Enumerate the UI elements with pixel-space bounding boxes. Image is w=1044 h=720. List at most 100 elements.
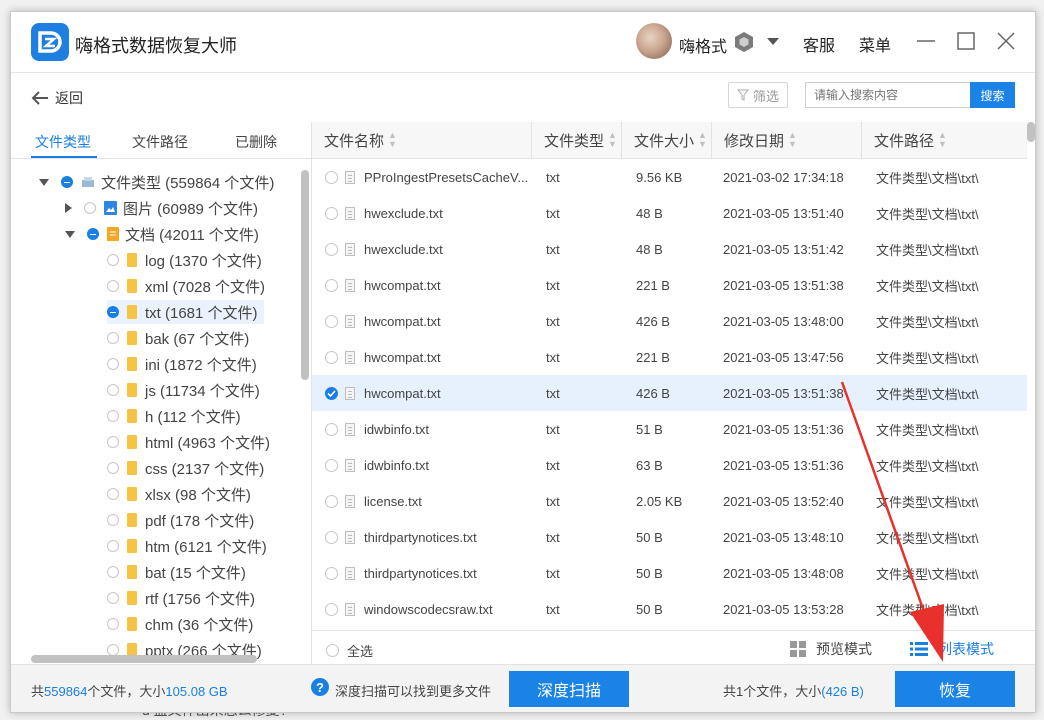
tree-node-filetype[interactable]: h (112 个文件) [107,404,247,428]
tree-node-filetype[interactable]: txt (1681 个文件) [107,300,264,324]
tree-checkbox[interactable] [61,176,73,188]
row-checkbox[interactable] [325,458,338,472]
back-button[interactable]: 返回 [31,87,83,109]
row-checkbox[interactable] [325,278,338,292]
row-checkbox[interactable] [325,566,338,580]
tree-node-root[interactable]: 文件类型 (559864 个文件) [39,170,274,194]
row-checkbox[interactable] [325,530,338,544]
cell-type: txt [546,457,560,473]
table-row[interactable]: PProIngestPresetsCacheV... txt 9.56 KB 2021… [312,159,1027,195]
expand-chevron-down-icon[interactable] [39,178,49,186]
table-row[interactable]: hwcompat.txt txt 426 B 2021-03-05 13:48:00 文… [312,303,1027,339]
column-header-name[interactable]: 文件名称 ▲ ▼ [312,122,532,158]
expand-chevron-down-icon[interactable] [65,230,75,238]
table-row[interactable]: hwcompat.txt txt 221 B 2021-03-05 13:47:56 文… [312,339,1027,375]
tree-node-filetype[interactable]: rtf (1756 个文件) [107,586,261,610]
recover-button[interactable]: 恢复 [895,671,1015,707]
tree-checkbox[interactable] [84,202,96,214]
preview-mode-button[interactable]: 预览模式 [790,639,872,659]
tree-checkbox[interactable] [87,228,99,240]
table-row[interactable]: idwbinfo.txt txt 63 B 2021-03-05 13:51:36 文件… [312,447,1027,483]
tree-checkbox[interactable] [107,618,119,630]
row-checkbox[interactable] [325,494,338,508]
tree-checkbox[interactable] [107,488,119,500]
tree-checkbox[interactable] [107,410,119,422]
column-header-size[interactable]: 文件大小 ▲ ▼ [622,122,712,158]
avatar[interactable] [636,23,672,59]
tree-horizontal-scrollbar[interactable] [31,655,257,663]
tree-checkbox[interactable] [107,462,119,474]
menu-button[interactable]: 菜单 [859,32,891,56]
tree-checkbox[interactable] [107,384,119,396]
customer-service-button[interactable]: 客服 [803,32,835,56]
table-row[interactable]: hwcompat.txt txt 221 B 2021-03-05 13:51:38 文… [312,267,1027,303]
tree-checkbox[interactable] [107,436,119,448]
row-checkbox[interactable] [325,422,338,436]
tree-checkbox[interactable] [107,358,119,370]
username[interactable]: 嗨格式 [679,33,727,57]
tree-node-filetype[interactable]: pdf (178 个文件) [107,508,260,532]
close-icon[interactable] [995,30,1017,52]
row-checkbox[interactable] [325,314,338,328]
cell-size: 63 B [636,457,663,473]
table-row[interactable]: idwbinfo.txt txt 51 B 2021-03-05 13:51:36 文件… [312,411,1027,447]
select-all-checkbox[interactable]: 全选 [326,641,373,660]
tree-node-filetype[interactable]: html (4963 个文件) [107,430,276,454]
maximize-icon[interactable] [955,30,977,52]
deep-scan-button[interactable]: 深度扫描 [509,671,629,707]
column-header-path[interactable]: 文件路径 ▲ ▼ [862,122,1027,158]
tree-checkbox[interactable] [107,280,119,292]
minimize-icon[interactable] [915,30,937,52]
list-mode-button[interactable]: 列表模式 [910,639,994,659]
table-row[interactable]: hwexclude.txt txt 48 B 2021-03-05 13:51:42 文… [312,231,1027,267]
filter-button[interactable]: 筛选 [728,82,788,108]
tab-file-path[interactable]: 文件路径 [132,132,188,152]
tab-file-type[interactable]: 文件类型 [35,132,91,152]
tree-checkbox[interactable] [107,540,119,552]
tree-node-filetype[interactable]: chm (36 个文件) [107,612,259,636]
column-header-date[interactable]: 修改日期 ▲ ▼ [712,122,862,158]
tree-node-filetype[interactable]: log (1370 个文件) [107,248,268,272]
help-question-icon[interactable]: ? [311,678,329,696]
bottom-bar: 共559864个文件，大小105.08 GB ? 深度扫描可以找到更多文件 深度… [11,664,1035,712]
tree-checkbox[interactable] [107,254,119,266]
tree-node-filetype[interactable]: css (2137 个文件) [107,456,270,480]
cell-size: 48 B [636,205,663,221]
user-dropdown-chevron-down-icon[interactable] [767,38,779,45]
tree-node-images[interactable]: 图片 (60989 个文件) [65,196,258,220]
tree-checkbox[interactable] [107,332,119,344]
table-row[interactable]: thirdpartynotices.txt txt 50 B 2021-03-05 1… [312,519,1027,555]
row-checkbox[interactable] [325,386,338,400]
tree-checkbox[interactable] [107,306,119,318]
row-checkbox[interactable] [325,350,338,364]
tree-checkbox[interactable] [107,566,119,578]
tree-vertical-scrollbar[interactable] [301,170,309,380]
row-checkbox[interactable] [325,602,338,616]
tree-node-filetype[interactable]: ini (1872 个文件) [107,352,263,376]
search-input[interactable] [805,82,971,108]
tree-node-filetype[interactable]: js (11734 个文件) [107,378,266,402]
table-row[interactable]: hwcompat.txt txt 426 B 2021-03-05 13:51:38 文… [312,375,1027,411]
tree-node-filetype[interactable]: bat (15 个文件) [107,560,252,584]
column-header-type[interactable]: 文件类型 ▲ ▼ [532,122,622,158]
tree-node-filetype[interactable]: bak (67 个文件) [107,326,255,350]
tree-checkbox[interactable] [107,514,119,526]
tab-deleted[interactable]: 已删除 [235,132,277,152]
table-row[interactable]: windowscodecsraw.txt txt 50 B 2021-03-05 13… [312,591,1027,627]
tree-node-documents[interactable]: 文档 (42011 个文件) [65,222,259,246]
table-row[interactable]: thirdpartynotices.txt txt 50 B 2021-03-05 1… [312,555,1027,591]
expand-chevron-right-icon[interactable] [65,203,72,213]
row-checkbox[interactable] [325,206,338,220]
select-all-radio[interactable] [326,644,339,657]
tree-node-filetype[interactable]: xlsx (98 个文件) [107,482,257,506]
tree-node-filetype[interactable]: xml (7028 个文件) [107,274,271,298]
table-vertical-scrollbar[interactable] [1027,122,1035,142]
tree-label: xlsx (98 个文件) [145,486,251,504]
table-row[interactable]: hwexclude.txt txt 48 B 2021-03-05 13:51:40 文… [312,195,1027,231]
row-checkbox[interactable] [325,242,338,256]
row-checkbox[interactable] [325,170,338,184]
tree-node-filetype[interactable]: htm (6121 个文件) [107,534,273,558]
table-row[interactable]: license.txt txt 2.05 KB 2021-03-05 13:52:40… [312,483,1027,519]
tree-checkbox[interactable] [107,592,119,604]
search-button[interactable]: 搜索 [970,82,1015,108]
